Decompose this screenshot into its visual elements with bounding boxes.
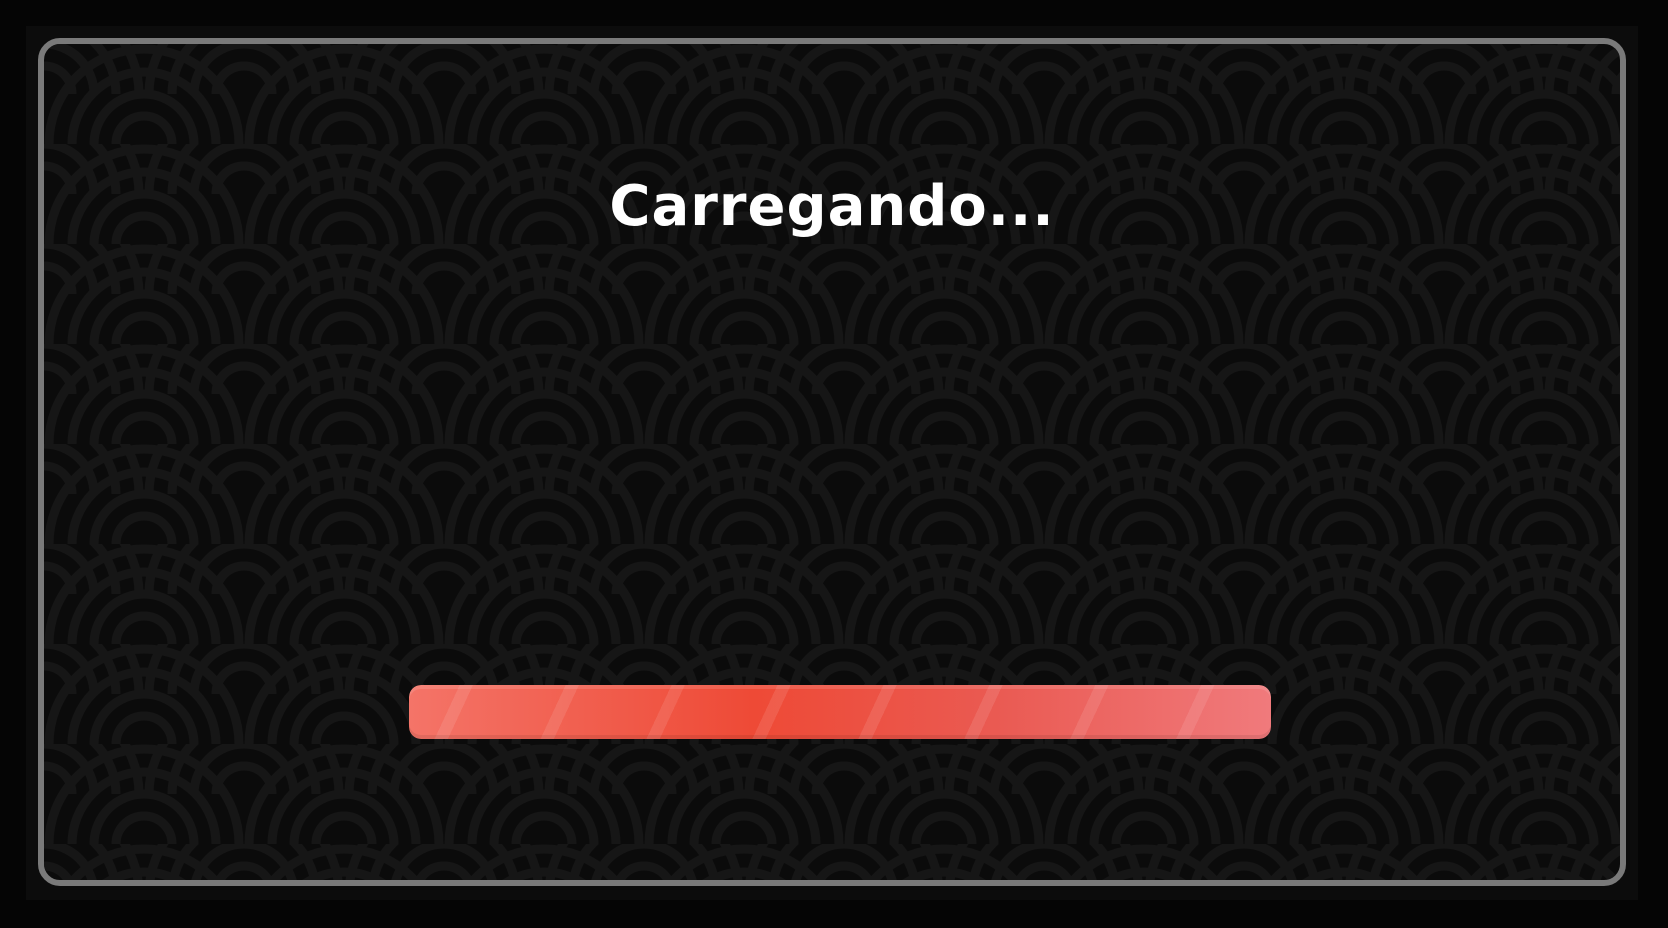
seigaiha-wave-pattern [44,44,1620,880]
loading-progress-bar [409,685,1271,739]
game-screen: Carregando... [26,26,1638,900]
loading-panel: Carregando... [38,38,1626,886]
loading-progress-fill [409,685,1271,739]
loading-title: Carregando... [609,174,1055,239]
